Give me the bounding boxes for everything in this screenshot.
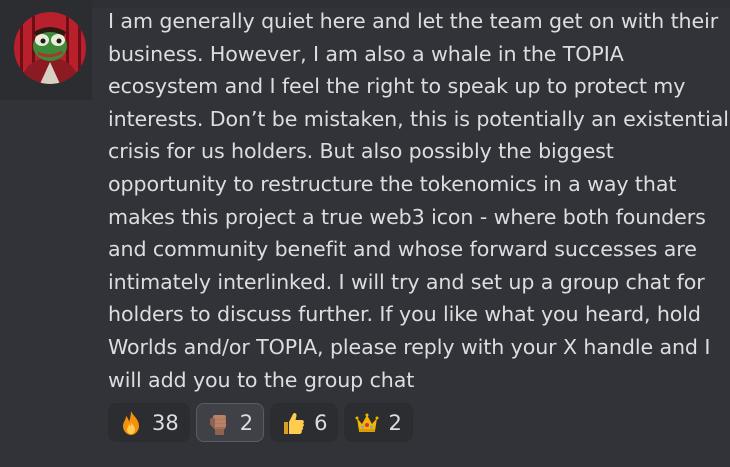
message-line: Worlds and/or TOPIA, please reply with y… bbox=[108, 334, 711, 359]
message-line: crisis for us holders. But also possibly… bbox=[108, 139, 614, 164]
message-line: intimately interlinked. I will try and s… bbox=[108, 269, 705, 294]
message-line: I am generally quiet here and let the te… bbox=[108, 9, 719, 33]
message-line: business. However, I am also a whale in … bbox=[108, 41, 624, 66]
message-line: and community benefit and whose forward … bbox=[108, 237, 697, 262]
fire-icon bbox=[123, 410, 139, 435]
reaction-count: 2 bbox=[388, 410, 402, 435]
reaction-fist[interactable]: 2 bbox=[195, 403, 265, 442]
thumbs-up-icon bbox=[284, 412, 305, 434]
avatar[interactable] bbox=[14, 12, 86, 84]
reaction-count: 38 bbox=[152, 410, 179, 435]
pepe-avatar-icon bbox=[14, 12, 86, 84]
message-line: ecosystem and I feel the right to speak … bbox=[108, 74, 686, 99]
message-line: interests. Don’t be mistaken, this is po… bbox=[108, 106, 729, 131]
message-line: holders to discuss further. If you like … bbox=[108, 302, 701, 327]
crown-icon bbox=[355, 413, 379, 432]
message-line: makes this project a true web3 icon - wh… bbox=[108, 204, 706, 229]
reaction-fire[interactable]: 38 bbox=[108, 403, 190, 442]
message-line: opportunity to restructure the tokenomic… bbox=[108, 171, 677, 196]
fist-icon bbox=[209, 414, 226, 435]
reactions-bar: 38 2 6 2 bbox=[108, 403, 413, 442]
message-line: will add you to the group chat bbox=[108, 367, 415, 392]
reaction-count: 2 bbox=[239, 410, 254, 435]
reaction-count: 6 bbox=[314, 410, 328, 435]
reaction-crown[interactable]: 2 bbox=[344, 403, 413, 442]
reaction-thumbs-up[interactable]: 6 bbox=[270, 403, 339, 442]
message-body: I am generally quiet here and let the te… bbox=[108, 5, 729, 396]
